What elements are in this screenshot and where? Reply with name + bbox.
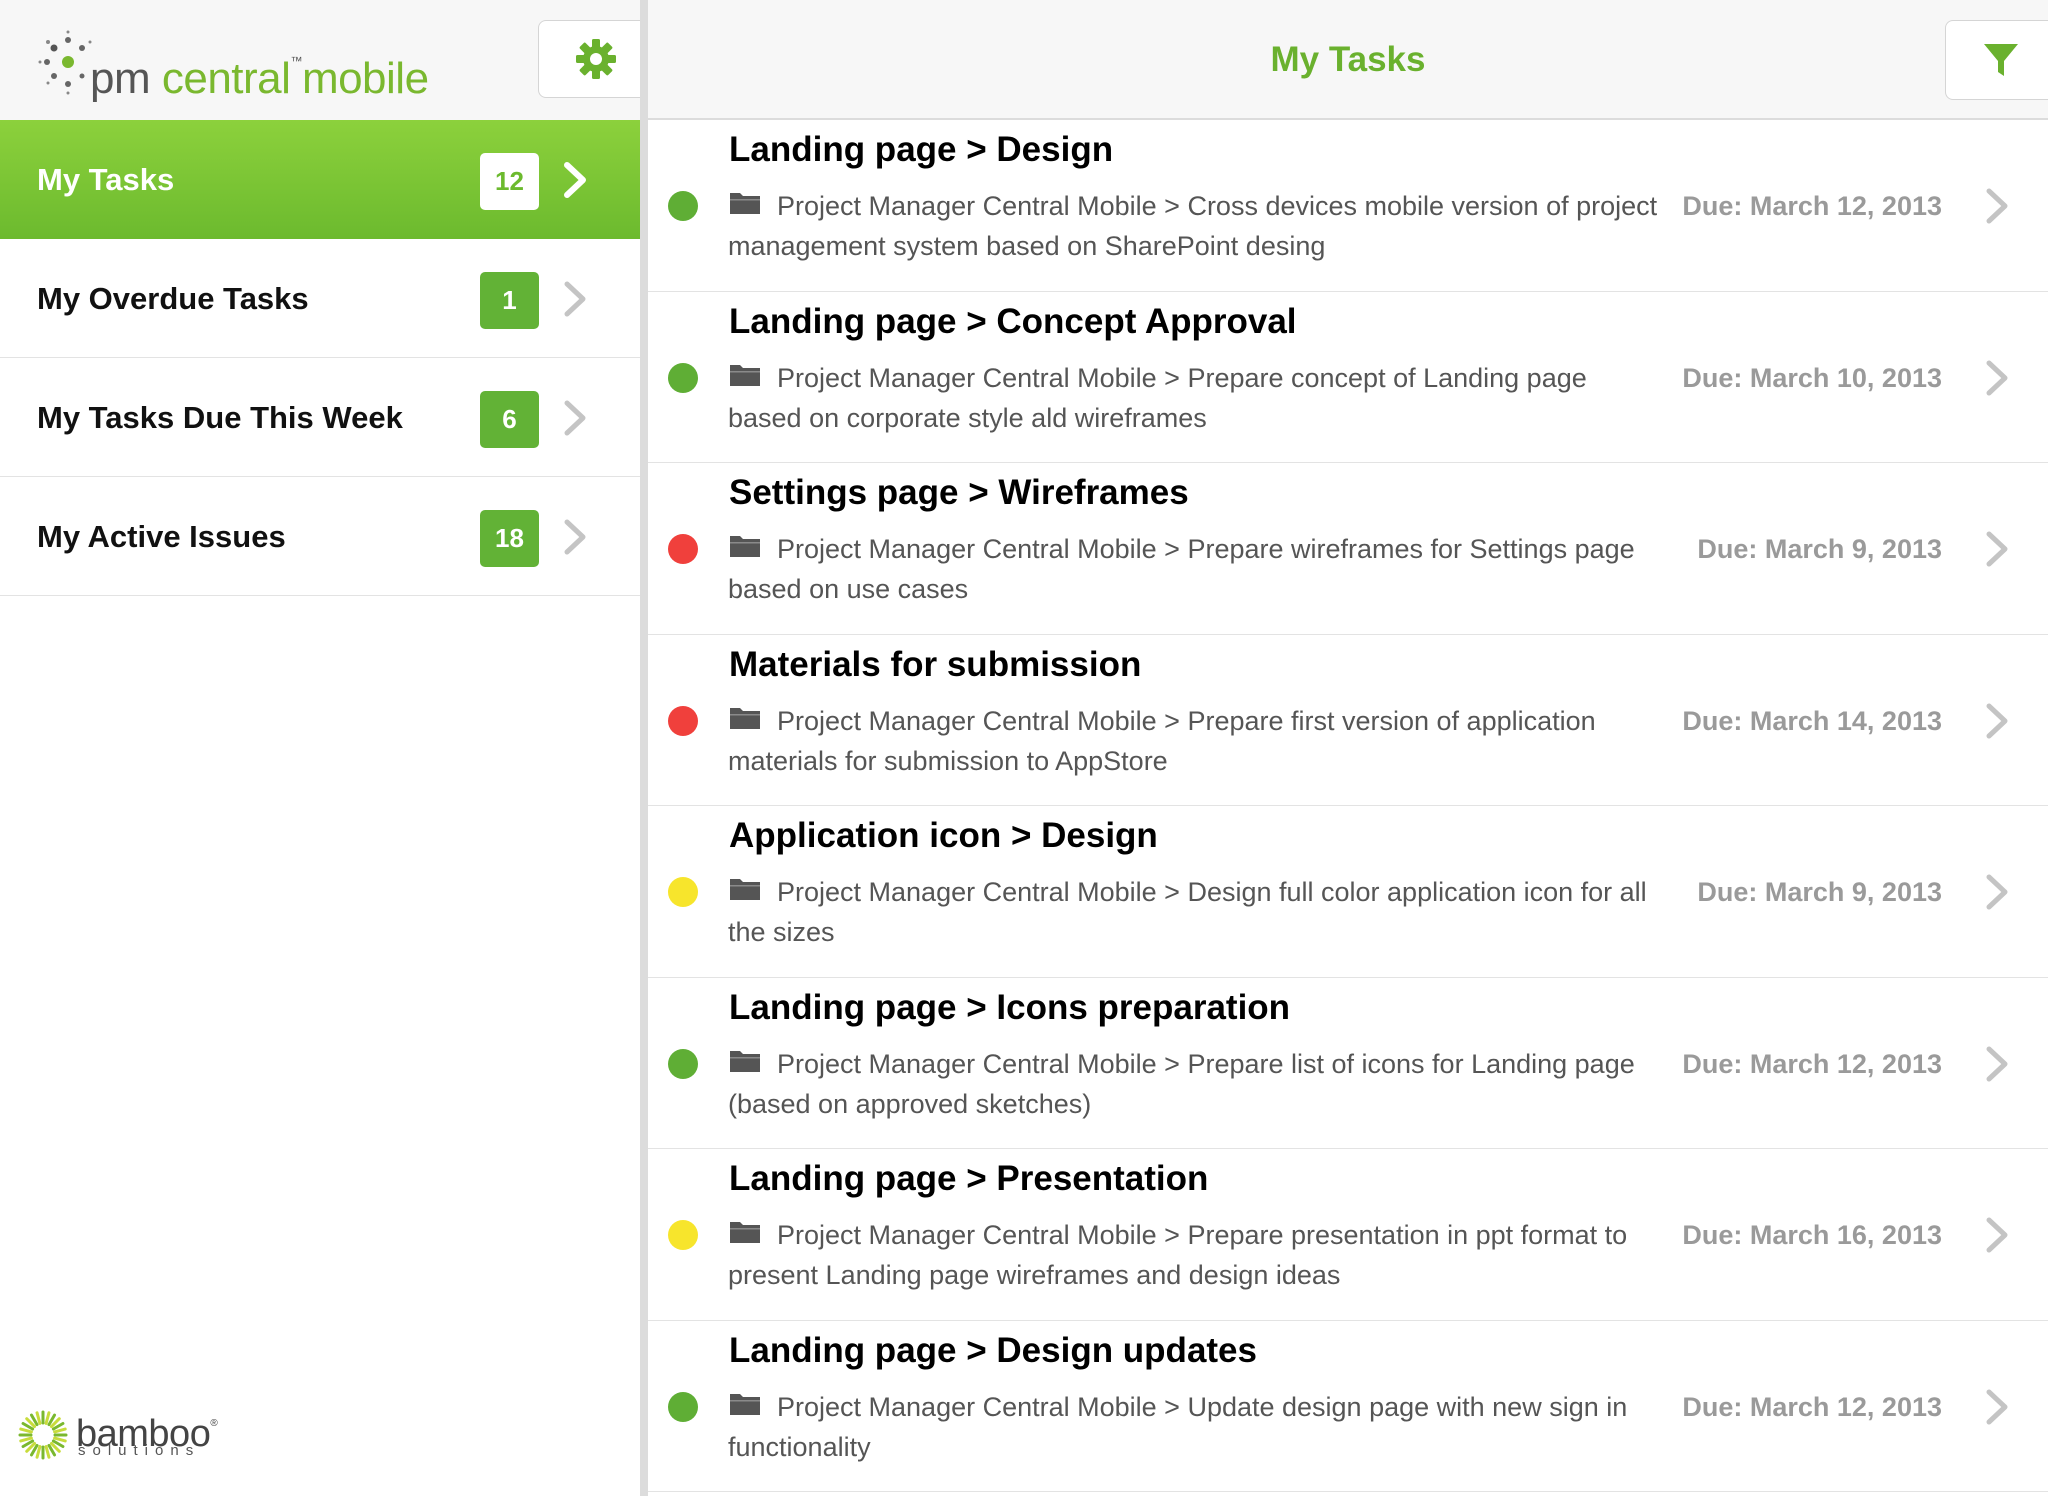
chevron-right-icon — [1986, 1046, 2008, 1081]
status-dot — [668, 877, 698, 907]
task-row[interactable]: Landing page > Concept Approval Project M… — [648, 292, 2048, 463]
sidebar: pm central™mobile My Tasks 12 My Overdue… — [0, 0, 654, 1496]
app-logo: pm central™mobile — [38, 28, 458, 103]
count-badge: 1 — [480, 272, 539, 329]
task-description: Project Manager Central Mobile > Prepare… — [728, 362, 1587, 433]
chevron-right-icon — [564, 519, 586, 555]
nav-item-label: My Tasks Due This Week — [37, 400, 403, 435]
nav-item-label: My Active Issues — [37, 519, 286, 554]
nav-item-label: My Overdue Tasks — [37, 281, 309, 316]
status-dot — [668, 1391, 698, 1422]
task-title: Landing page > Concept Approval — [729, 301, 1297, 341]
bamboo-solutions-logo: bamboo® solutions — [18, 1404, 238, 1464]
task-title: Application icon > Design — [729, 816, 1158, 855]
bamboo-subtitle: solutions — [78, 1442, 201, 1459]
status-dot — [668, 1220, 698, 1250]
task-row[interactable]: Application icon > Design Project Manager… — [648, 806, 2048, 978]
task-row[interactable]: Landing page > Design Project Manager Cen… — [648, 120, 2048, 292]
count-badge: 18 — [480, 510, 539, 567]
task-title: Materials for submission — [729, 644, 1142, 684]
funnel-icon — [1984, 44, 2018, 76]
due-date: Due: March 12, 2013 — [1682, 1391, 1942, 1422]
task-description: Project Manager Central Mobile > Prepare… — [728, 705, 1596, 776]
logo-text: pm central™mobile — [90, 36, 429, 104]
chevron-right-icon — [1986, 874, 2008, 910]
logo-mobile: mobile — [301, 54, 429, 103]
logo-mark-icon — [38, 30, 92, 95]
due-date: Due: March 14, 2013 — [1682, 705, 1942, 736]
logo-pm: pm — [90, 54, 151, 103]
task-row[interactable]: Settings page > Wireframes Project Manage… — [648, 463, 2048, 635]
task-description: Project Manager Central Mobile > Cross d… — [728, 191, 1658, 261]
chevron-right-icon — [1986, 360, 2008, 395]
filter-button[interactable] — [1945, 20, 2048, 100]
task-row[interactable]: Materials for submission Project Manager … — [648, 635, 2048, 806]
task-title: Landing page > Icons preparation — [729, 987, 1291, 1027]
task-description: Project Manager Central Mobile > Prepare… — [728, 1220, 1628, 1290]
due-date: Due: March 10, 2013 — [1682, 362, 1942, 393]
task-row[interactable]: Landing page > Icons preparation Project … — [648, 978, 2048, 1149]
page-title: My Tasks — [1270, 40, 1426, 79]
logo-trademark: ™ — [290, 54, 302, 68]
task-list: Landing page > Design Project Manager Cen… — [648, 120, 2048, 1492]
count-badge: 12 — [480, 153, 539, 210]
chevron-right-icon — [564, 281, 586, 317]
nav-item-label: My Tasks — [37, 162, 175, 197]
bamboo-sunburst-icon — [18, 1410, 68, 1460]
settings-button[interactable] — [538, 20, 654, 98]
nav-item-my-active-issues[interactable]: My Active Issues 18 — [0, 477, 640, 596]
task-title: Landing page > Presentation — [729, 1159, 1209, 1198]
task-title: Landing page > Design updates — [729, 1330, 1257, 1370]
nav-item-my-tasks-due-this-week[interactable]: My Tasks Due This Week 6 — [0, 358, 640, 477]
task-description: Project Manager Central Mobile > Update … — [728, 1391, 1628, 1462]
main-pane: My Tasks Landing page > Design Project Ma… — [648, 0, 2048, 1496]
chevron-right-icon — [1986, 188, 2008, 224]
nav-item-my-overdue-tasks[interactable]: My Overdue Tasks 1 — [0, 239, 640, 358]
gear-icon — [576, 39, 616, 79]
due-date: Due: March 16, 2013 — [1682, 1220, 1942, 1250]
due-date: Due: March 9, 2013 — [1697, 534, 1942, 564]
status-dot — [668, 705, 698, 736]
bamboo-registered: ® — [210, 1418, 218, 1429]
pane-divider[interactable] — [640, 0, 648, 1496]
task-title: Landing page > Design — [729, 130, 1114, 169]
nav-list: My Tasks 12 My Overdue Tasks 1 My Tasks … — [0, 120, 640, 596]
task-description: Project Manager Central Mobile > Prepare… — [728, 534, 1635, 604]
due-date: Due: March 12, 2013 — [1682, 191, 1942, 221]
sidebar-header: pm central™mobile — [0, 0, 654, 120]
chevron-right-icon — [564, 162, 586, 198]
status-dot — [668, 534, 698, 564]
status-dot — [668, 191, 698, 221]
chevron-right-icon — [1986, 531, 2008, 567]
task-row[interactable]: Landing page > Presentation Project Manag… — [648, 1149, 2048, 1321]
task-description: Project Manager Central Mobile > Design … — [728, 877, 1647, 947]
due-date: Due: March 9, 2013 — [1697, 877, 1942, 907]
nav-item-my-tasks[interactable]: My Tasks 12 — [0, 120, 640, 239]
due-date: Due: March 12, 2013 — [1682, 1048, 1942, 1079]
chevron-right-icon — [1986, 1217, 2008, 1253]
chevron-right-icon — [1986, 703, 2008, 738]
status-dot — [668, 362, 698, 393]
main-header: My Tasks — [648, 0, 2048, 120]
count-badge: 6 — [480, 391, 539, 448]
task-row[interactable]: Landing page > Design updates Project Man… — [648, 1321, 2048, 1492]
chevron-right-icon — [564, 400, 586, 436]
status-dot — [668, 1048, 698, 1079]
task-title: Settings page > Wireframes — [729, 473, 1189, 512]
task-description: Project Manager Central Mobile > Prepare… — [728, 1048, 1635, 1119]
chevron-right-icon — [1986, 1389, 2008, 1424]
logo-central: central — [161, 54, 291, 103]
